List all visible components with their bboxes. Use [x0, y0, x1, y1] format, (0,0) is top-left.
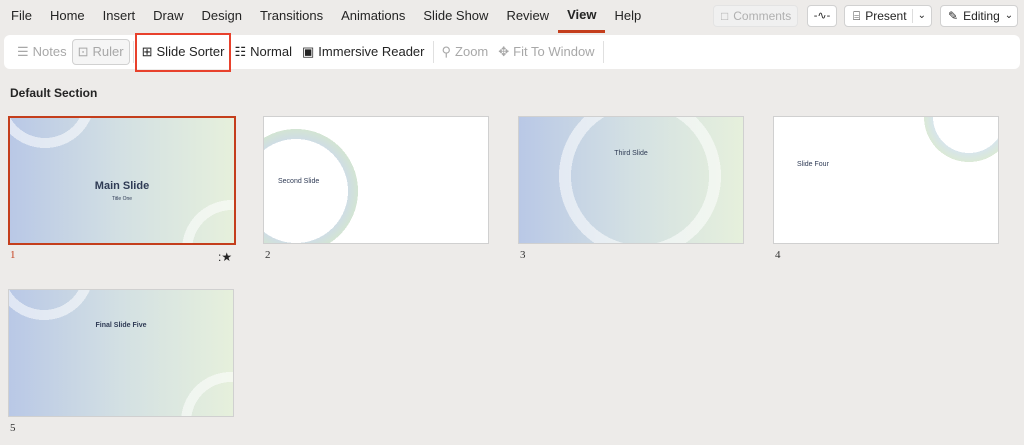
- slide-title: Second Slide: [278, 178, 320, 185]
- immersive-reader-icon: ▣: [302, 44, 315, 59]
- comments-button[interactable]: □ Comments: [713, 5, 798, 27]
- menu-animations[interactable]: Animations: [332, 0, 414, 33]
- slide-number: 4: [775, 249, 781, 261]
- menu-help[interactable]: Help: [605, 0, 650, 33]
- immersive-reader-button[interactable]: ▣ Immersive Reader: [297, 39, 430, 65]
- menu-home[interactable]: Home: [41, 0, 94, 33]
- menu-design[interactable]: Design: [193, 0, 251, 33]
- slide-thumbnail-3[interactable]: Third Slide: [518, 116, 744, 244]
- slide-number: 1: [10, 249, 16, 261]
- menu-file[interactable]: File: [0, 0, 41, 33]
- normal-view-button[interactable]: ☷ Normal: [229, 39, 297, 65]
- fit-to-window-button[interactable]: ✥ Fit To Window: [493, 39, 599, 65]
- divider: [432, 41, 434, 63]
- menu-slide-show[interactable]: Slide Show: [414, 0, 497, 33]
- slide-number: 5: [10, 422, 16, 434]
- slide-number: 2: [265, 249, 271, 261]
- slide-title: Main Slide: [94, 180, 150, 192]
- slide-subtitle: Title One: [111, 196, 133, 202]
- normal-view-icon: ☷: [234, 44, 247, 59]
- menu-transitions[interactable]: Transitions: [251, 0, 332, 33]
- divider: [602, 41, 604, 63]
- menu-insert[interactable]: Insert: [94, 0, 145, 33]
- pencil-icon: ✎: [948, 9, 959, 23]
- activity-button[interactable]: -∿-: [807, 5, 837, 27]
- slide-sorter-button[interactable]: ⊞ Slide Sorter: [134, 32, 232, 72]
- section-title: Default Section: [10, 86, 98, 100]
- slide-title: Final Slide Five: [95, 322, 147, 329]
- present-dropdown-chevron-icon[interactable]: ⌄: [911, 9, 931, 23]
- pulse-icon: -∿-: [813, 10, 831, 22]
- slide-thumbnail-5[interactable]: Final Slide Five: [8, 289, 234, 417]
- menu-draw[interactable]: Draw: [144, 0, 192, 33]
- present-button[interactable]: ⌸ Present ⌄: [844, 5, 932, 27]
- divider: [132, 41, 134, 63]
- menu-review[interactable]: Review: [497, 0, 558, 33]
- notes-button[interactable]: ☰ Notes: [12, 39, 72, 65]
- view-ribbon: ☰ Notes ⊡ Ruler ⊞ Slide Sorter ☷ Normal ▣ Imm…: [4, 32, 1020, 72]
- menu-view[interactable]: View: [558, 0, 606, 33]
- slide-thumbnail-2[interactable]: Second Slide: [263, 116, 489, 244]
- zoom-button[interactable]: ⚲ Zoom: [437, 39, 494, 65]
- slide-title: Slide Four: [797, 161, 829, 168]
- notes-icon: ☰: [17, 44, 29, 59]
- editing-mode-button[interactable]: ✎ Editing ⌄: [940, 5, 1018, 27]
- ruler-button[interactable]: ⊡ Ruler: [71, 39, 130, 65]
- slide-thumbnail-4[interactable]: Slide Four: [773, 116, 999, 244]
- animation-star-icon: :★: [218, 250, 233, 264]
- fit-window-icon: ✥: [498, 44, 510, 59]
- grid-icon: ⊞: [141, 44, 153, 59]
- presentation-icon: ⌸: [853, 9, 861, 23]
- comment-icon: □: [721, 9, 729, 23]
- slide-title: Third Slide: [614, 150, 648, 157]
- slide-thumbnail-1[interactable]: Main Slide Title One: [8, 116, 236, 245]
- search-icon: ⚲: [441, 44, 452, 59]
- chevron-down-icon: ⌄: [1004, 10, 1014, 21]
- ruler-icon: ⊡: [77, 44, 89, 59]
- slide-number: 3: [520, 249, 526, 261]
